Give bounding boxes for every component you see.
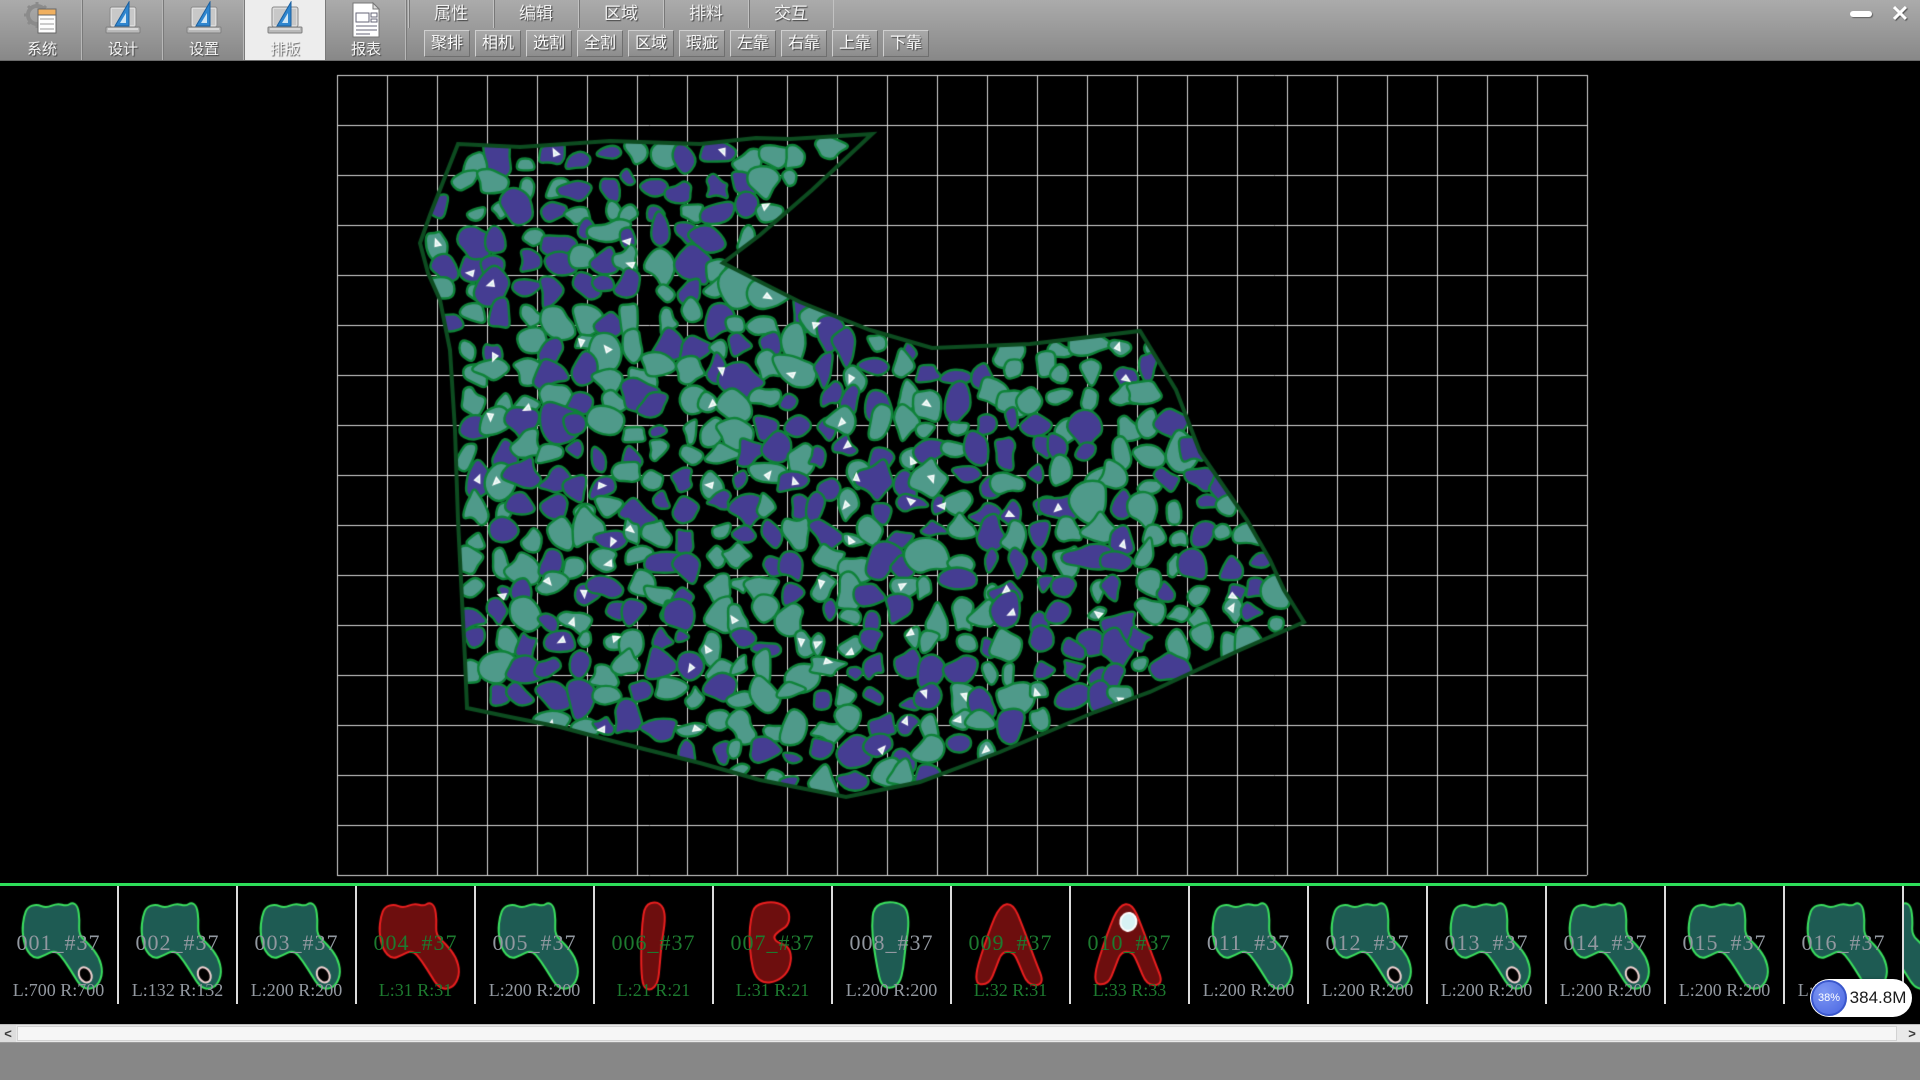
piece-name-label: 014_#37 [1547,930,1664,956]
nesting-app-window: 系统 设计 设置 排版 报表 属性编辑区域排料交互 聚排相机选割全割区域瑕疵左靠… [0,0,1920,1080]
piece-lr-count-label: L:31 R:31 [357,980,474,1001]
piece-name-label: 005_#37 [476,930,593,956]
piece-thumbnail-011_#37[interactable]: 011_#37 L:200 R:200 [1190,886,1309,1004]
menu-item-5[interactable]: 交互 [748,0,834,28]
mode-button-5[interactable]: 报表 [326,0,407,60]
piece-lr-count-label: L:200 R:200 [833,980,950,1001]
piece-thumbnail-015_#37[interactable]: 015_#37 L:200 R:200 [1666,886,1785,1004]
piece-thumbnail-strip: 001_#37L:700 R:700002_#37L:132 R:132003_… [0,883,1920,1004]
menu-item-4[interactable]: 排料 [663,0,748,28]
main-mode-buttons: 系统 设计 设置 排版 报表 [2,0,407,60]
piece-name-label: 007_#37 [714,930,831,956]
memory-percent-indicator: 38% [1811,980,1847,1016]
mode-button-label: 报表 [326,38,406,59]
toolbar: 系统 设计 设置 排版 报表 属性编辑区域排料交互 聚排相机选割全割区域瑕疵左靠… [0,0,1920,61]
piece-lr-count-label: L:200 R:200 [1666,980,1783,1001]
tool-button-8[interactable]: 右靠 [781,30,827,57]
mode-button-label: 系统 [2,38,82,59]
piece-lr-count-label: L:700 R:700 [0,980,117,1001]
piece-thumbnail-009_#37[interactable]: 009_#37 L:32 R:31 [952,886,1071,1004]
report-icon [346,1,386,39]
nesting-canvas[interactable] [0,60,1920,1024]
piece-name-label: 013_#37 [1428,930,1545,956]
mode-button-2[interactable]: 设计 [83,0,164,60]
piece-thumbnail-010_#37[interactable]: 010_#37 L:33 R:33 [1071,886,1190,1004]
settings-icon [184,1,224,39]
piece-thumbnail-014_#37[interactable]: 014_#37 L:200 R:200 [1547,886,1666,1004]
piece-lr-count-label: L:200 R:200 [238,980,355,1001]
tool-button-4[interactable]: 全割 [577,30,623,57]
piece-name-label: 002_#37 [119,930,236,956]
scrollbar-thumb[interactable] [17,1026,1897,1041]
piece-name-label: 016_#37 [1785,930,1902,956]
menu-item-3[interactable]: 区域 [578,0,663,28]
horizontal-scrollbar[interactable]: < > [0,1024,1920,1042]
tool-button-9[interactable]: 上靠 [832,30,878,57]
piece-lr-count-label: L:132 R:132 [119,980,236,1001]
mode-button-label: 设计 [83,38,163,59]
tool-button-3[interactable]: 选割 [526,30,572,57]
menu-item-2[interactable]: 编辑 [493,0,578,28]
window-controls: ✕ [1846,2,1914,26]
piece-name-label: 011_#37 [1190,930,1307,956]
mode-button-label: 排版 [245,38,325,59]
tool-button-row: 聚排相机选割全割区域瑕疵左靠右靠上靠下靠 [424,30,929,57]
system-icon [22,1,62,39]
scroll-right-arrow-icon[interactable]: > [1904,1025,1920,1042]
piece-lr-count-label: L:33 R:33 [1071,980,1188,1001]
piece-thumbnail-007_#37[interactable]: 007_#37 L:31 R:21 [714,886,833,1004]
piece-name-label: 006_#37 [595,930,712,956]
close-button[interactable]: ✕ [1886,2,1914,26]
minimize-icon [1850,11,1872,17]
piece-lr-count-label: L:200 R:200 [1547,980,1664,1001]
menu-bar: 属性编辑区域排料交互 [408,0,834,28]
mode-button-4[interactable]: 排版 [245,0,326,60]
layout-icon [265,1,305,39]
piece-lr-count-label: L:200 R:200 [1190,980,1307,1001]
piece-lr-count-label: L:200 R:200 [476,980,593,1001]
piece-name-label: 008_#37 [833,930,950,956]
piece-thumbnail-006_#37[interactable]: 006_#37 L:21 R:21 [595,886,714,1004]
memory-percent-label: 38% [1818,992,1840,1004]
piece-name-label: 010_#37 [1071,930,1188,956]
tool-button-1[interactable]: 聚排 [424,30,470,57]
piece-thumbnail-001_#37[interactable]: 001_#37 L:700 R:700 [0,886,119,1004]
tool-button-7[interactable]: 左靠 [730,30,776,57]
menu-item-1[interactable]: 属性 [408,0,493,28]
memory-usage-badge: 38% 384.8M [1810,979,1912,1017]
scroll-left-arrow-icon[interactable]: < [0,1025,16,1042]
memory-amount-label: 384.8M [1850,979,1906,1017]
piece-name-label: 015_#37 [1666,930,1783,956]
piece-lr-count-label: L:32 R:31 [952,980,1069,1001]
piece-name-label: 001_#37 [0,930,117,956]
piece-name-label: 009_#37 [952,930,1069,956]
tool-button-10[interactable]: 下靠 [883,30,929,57]
mode-button-label: 设置 [164,38,244,59]
piece-lr-count-label: L:31 R:21 [714,980,831,1001]
piece-thumbnail-013_#37[interactable]: 013_#37 L:200 R:200 [1428,886,1547,1004]
tool-button-2[interactable]: 相机 [475,30,521,57]
piece-thumbnail-008_#37[interactable]: 008_#37 L:200 R:200 [833,886,952,1004]
piece-name-label: 012_#37 [1309,930,1426,956]
piece-thumbnail-005_#37[interactable]: 005_#37 L:200 R:200 [476,886,595,1004]
minimize-button[interactable] [1846,4,1876,24]
design-icon [103,1,143,39]
piece-lr-count-label: L:200 R:200 [1428,980,1545,1001]
piece-name-label: 004_#37 [357,930,474,956]
piece-name-label: 003_#37 [238,930,355,956]
mode-button-3[interactable]: 设置 [164,0,245,60]
piece-thumbnail-003_#37[interactable]: 003_#37 L:200 R:200 [238,886,357,1004]
piece-lr-count-label: L:200 R:200 [1309,980,1426,1001]
piece-thumbnail-004_#37[interactable]: 004_#37 L:31 R:31 [357,886,476,1004]
piece-thumbnail-002_#37[interactable]: 002_#37 L:132 R:132 [119,886,238,1004]
piece-lr-count-label: L:21 R:21 [595,980,712,1001]
piece-thumbnail-012_#37[interactable]: 012_#37 L:200 R:200 [1309,886,1428,1004]
bottom-bar [0,1042,1920,1080]
tool-button-5[interactable]: 区域 [628,30,674,57]
tool-button-6[interactable]: 瑕疵 [679,30,725,57]
mode-button-1[interactable]: 系统 [2,0,83,60]
